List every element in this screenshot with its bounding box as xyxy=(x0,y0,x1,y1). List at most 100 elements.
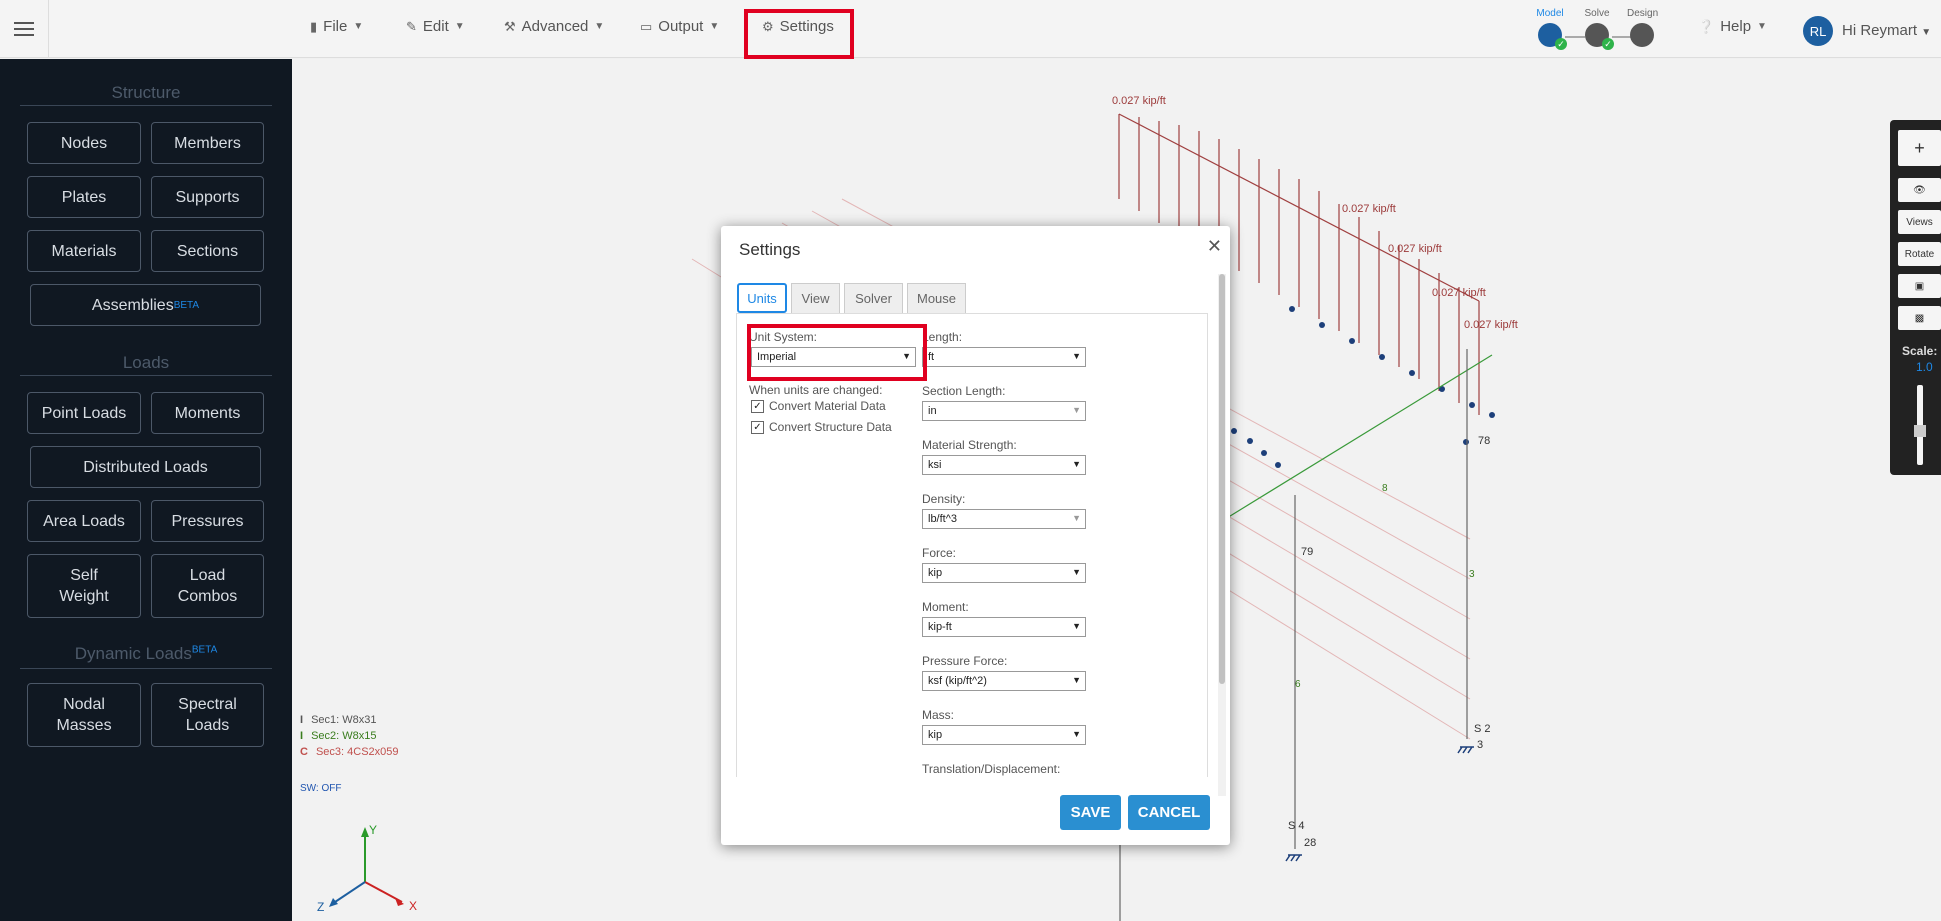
menu-output[interactable]: ▭ Output ▼ xyxy=(640,18,719,35)
section-length-select[interactable]: in ▼ xyxy=(922,401,1086,421)
views-button[interactable]: Views xyxy=(1898,210,1941,234)
supports-button[interactable]: Supports xyxy=(151,176,264,218)
pressure-force-label: Pressure Force: xyxy=(922,654,1008,668)
check-icon: ✓ xyxy=(1555,38,1567,50)
hamburger-menu-icon[interactable] xyxy=(0,0,49,58)
tab-units[interactable]: Units xyxy=(737,283,787,313)
menu-advanced-label: Advanced xyxy=(521,18,589,35)
pressure-force-value: ksf (kip/ft^2) xyxy=(928,675,987,687)
step-solve[interactable]: Solve ✓ xyxy=(1582,8,1614,50)
area-loads-button[interactable]: Area Loads xyxy=(27,500,141,542)
menu-help[interactable]: ❔ Help ▼ xyxy=(1698,18,1767,35)
mass-label: Mass: xyxy=(922,708,955,722)
tab-view[interactable]: View xyxy=(791,283,840,313)
settings-modal: Settings ✕ Units View Solver Mouse Unit … xyxy=(721,226,1230,845)
material-strength-label: Material Strength: xyxy=(922,438,1017,452)
force-label: Force: xyxy=(922,546,957,560)
camera-button[interactable]: ▣ xyxy=(1898,274,1941,298)
assemblies-label: Assemblies xyxy=(91,296,174,314)
nodal-masses-label-2: Masses xyxy=(56,717,112,734)
modal-scrollbar-thumb[interactable] xyxy=(1219,274,1225,684)
dynamic-loads-title-text: Dynamic Loads xyxy=(74,644,192,663)
x-axis-label: X xyxy=(409,899,418,913)
model-icon: ✓ xyxy=(1538,23,1567,50)
pressures-button[interactable]: Pressures xyxy=(151,500,264,542)
spectral-loads-label-1: Spectral xyxy=(178,696,237,713)
menu-file[interactable]: ▮ File ▼ xyxy=(310,18,363,35)
load-label: 0.027 kip/ft xyxy=(1112,95,1166,107)
cancel-button[interactable]: CANCEL xyxy=(1128,795,1210,830)
mass-value: kip xyxy=(928,729,943,741)
menu-edit[interactable]: ✎ Edit ▼ xyxy=(406,18,465,35)
chevron-down-icon: ▼ xyxy=(454,21,465,32)
plates-button[interactable]: Plates xyxy=(27,176,141,218)
step-model-label: Model xyxy=(1536,8,1564,19)
nodal-masses-button[interactable]: Nodal Masses xyxy=(27,683,141,747)
legend-row: I Sec1: W8x31 xyxy=(300,712,399,728)
save-button[interactable]: SAVE xyxy=(1060,795,1121,830)
legend-label: Sec1: W8x31 xyxy=(311,714,377,726)
section-length-label: Section Length: xyxy=(922,384,1006,398)
plus-icon: + xyxy=(1914,137,1925,158)
density-select[interactable]: lb/ft^3 ▼ xyxy=(922,509,1086,529)
beta-badge: BETA xyxy=(191,644,218,656)
moments-button[interactable]: Moments xyxy=(151,392,264,434)
eye-button[interactable]: 👁 xyxy=(1898,178,1941,202)
user-greeting[interactable]: Hi Reymart ▼ xyxy=(1842,22,1931,39)
caret-down-icon: ▼ xyxy=(1072,675,1081,685)
menu-file-label: File xyxy=(323,18,348,35)
scale-slider[interactable] xyxy=(1914,385,1926,465)
length-select[interactable]: ft ▼ xyxy=(922,347,1086,367)
force-select[interactable]: kip ▼ xyxy=(922,563,1086,583)
length-label: Length: xyxy=(922,330,963,344)
mass-select[interactable]: kip ▼ xyxy=(922,725,1086,745)
legend-label: Sec2: W8x15 xyxy=(311,730,377,742)
step-model[interactable]: Model ✓ xyxy=(1535,8,1567,50)
self-weight-label-1: Self xyxy=(70,567,98,584)
close-icon[interactable]: ✕ xyxy=(1207,236,1222,257)
point-loads-button[interactable]: Point Loads xyxy=(27,392,141,434)
avatar[interactable]: RL xyxy=(1803,16,1833,46)
convert-material-checkbox[interactable]: ✓ Convert Material Data xyxy=(751,399,886,413)
convert-structure-checkbox[interactable]: ✓ Convert Structure Data xyxy=(751,420,892,434)
load-combos-button[interactable]: Load Combos xyxy=(151,554,264,618)
modal-title: Settings xyxy=(739,240,801,259)
members-button[interactable]: Members xyxy=(151,122,264,164)
pressure-force-select[interactable]: ksf (kip/ft^2) ▼ xyxy=(922,671,1086,691)
menu-advanced[interactable]: ⚒ Advanced ▼ xyxy=(504,18,604,35)
load-combos-label-2: Combos xyxy=(177,588,238,605)
materials-button[interactable]: Materials xyxy=(27,230,141,272)
section-length-value: in xyxy=(928,405,937,417)
legend-symbol: I xyxy=(300,730,304,742)
tab-mouse[interactable]: Mouse xyxy=(907,283,966,313)
scale-slider-handle[interactable] xyxy=(1914,425,1926,437)
unit-system-highlight-box xyxy=(747,324,927,381)
density-value: lb/ft^3 xyxy=(928,513,958,525)
tab-solver[interactable]: Solver xyxy=(844,283,903,313)
nodes-button[interactable]: Nodes xyxy=(27,122,141,164)
moment-select[interactable]: kip-ft ▼ xyxy=(922,617,1086,637)
step-design[interactable]: Design xyxy=(1627,8,1658,47)
material-strength-select[interactable]: ksi ▼ xyxy=(922,455,1086,475)
camera-icon: ▣ xyxy=(1914,280,1925,292)
loads-section-title: Loads xyxy=(122,353,170,372)
caret-down-icon: ▼ xyxy=(1072,513,1081,523)
chevron-down-icon: ▼ xyxy=(594,21,605,32)
chevron-down-icon: ▼ xyxy=(353,21,364,32)
material-strength-value: ksi xyxy=(928,459,942,471)
translation-label: Translation/Displacement: xyxy=(922,762,1061,776)
cloud-icon: ✓ xyxy=(1585,23,1614,50)
cube-button[interactable]: ▩ xyxy=(1898,306,1941,330)
rotate-button[interactable]: Rotate xyxy=(1898,242,1941,266)
zoom-in-button[interactable]: + xyxy=(1898,130,1941,166)
check-icon: ✓ xyxy=(1602,38,1614,50)
wrench-icon: ⚒ xyxy=(504,18,516,34)
self-weight-button[interactable]: Self Weight xyxy=(27,554,141,618)
y-axis-label: Y xyxy=(369,823,378,837)
spectral-loads-button[interactable]: Spectral Loads xyxy=(151,683,264,747)
density-label: Density: xyxy=(922,492,966,506)
sections-button[interactable]: Sections xyxy=(151,230,264,272)
assemblies-button[interactable]: Assemblies BETA xyxy=(30,284,261,326)
distributed-loads-button[interactable]: Distributed Loads xyxy=(30,446,261,488)
step-solve-label: Solve xyxy=(1584,8,1610,19)
